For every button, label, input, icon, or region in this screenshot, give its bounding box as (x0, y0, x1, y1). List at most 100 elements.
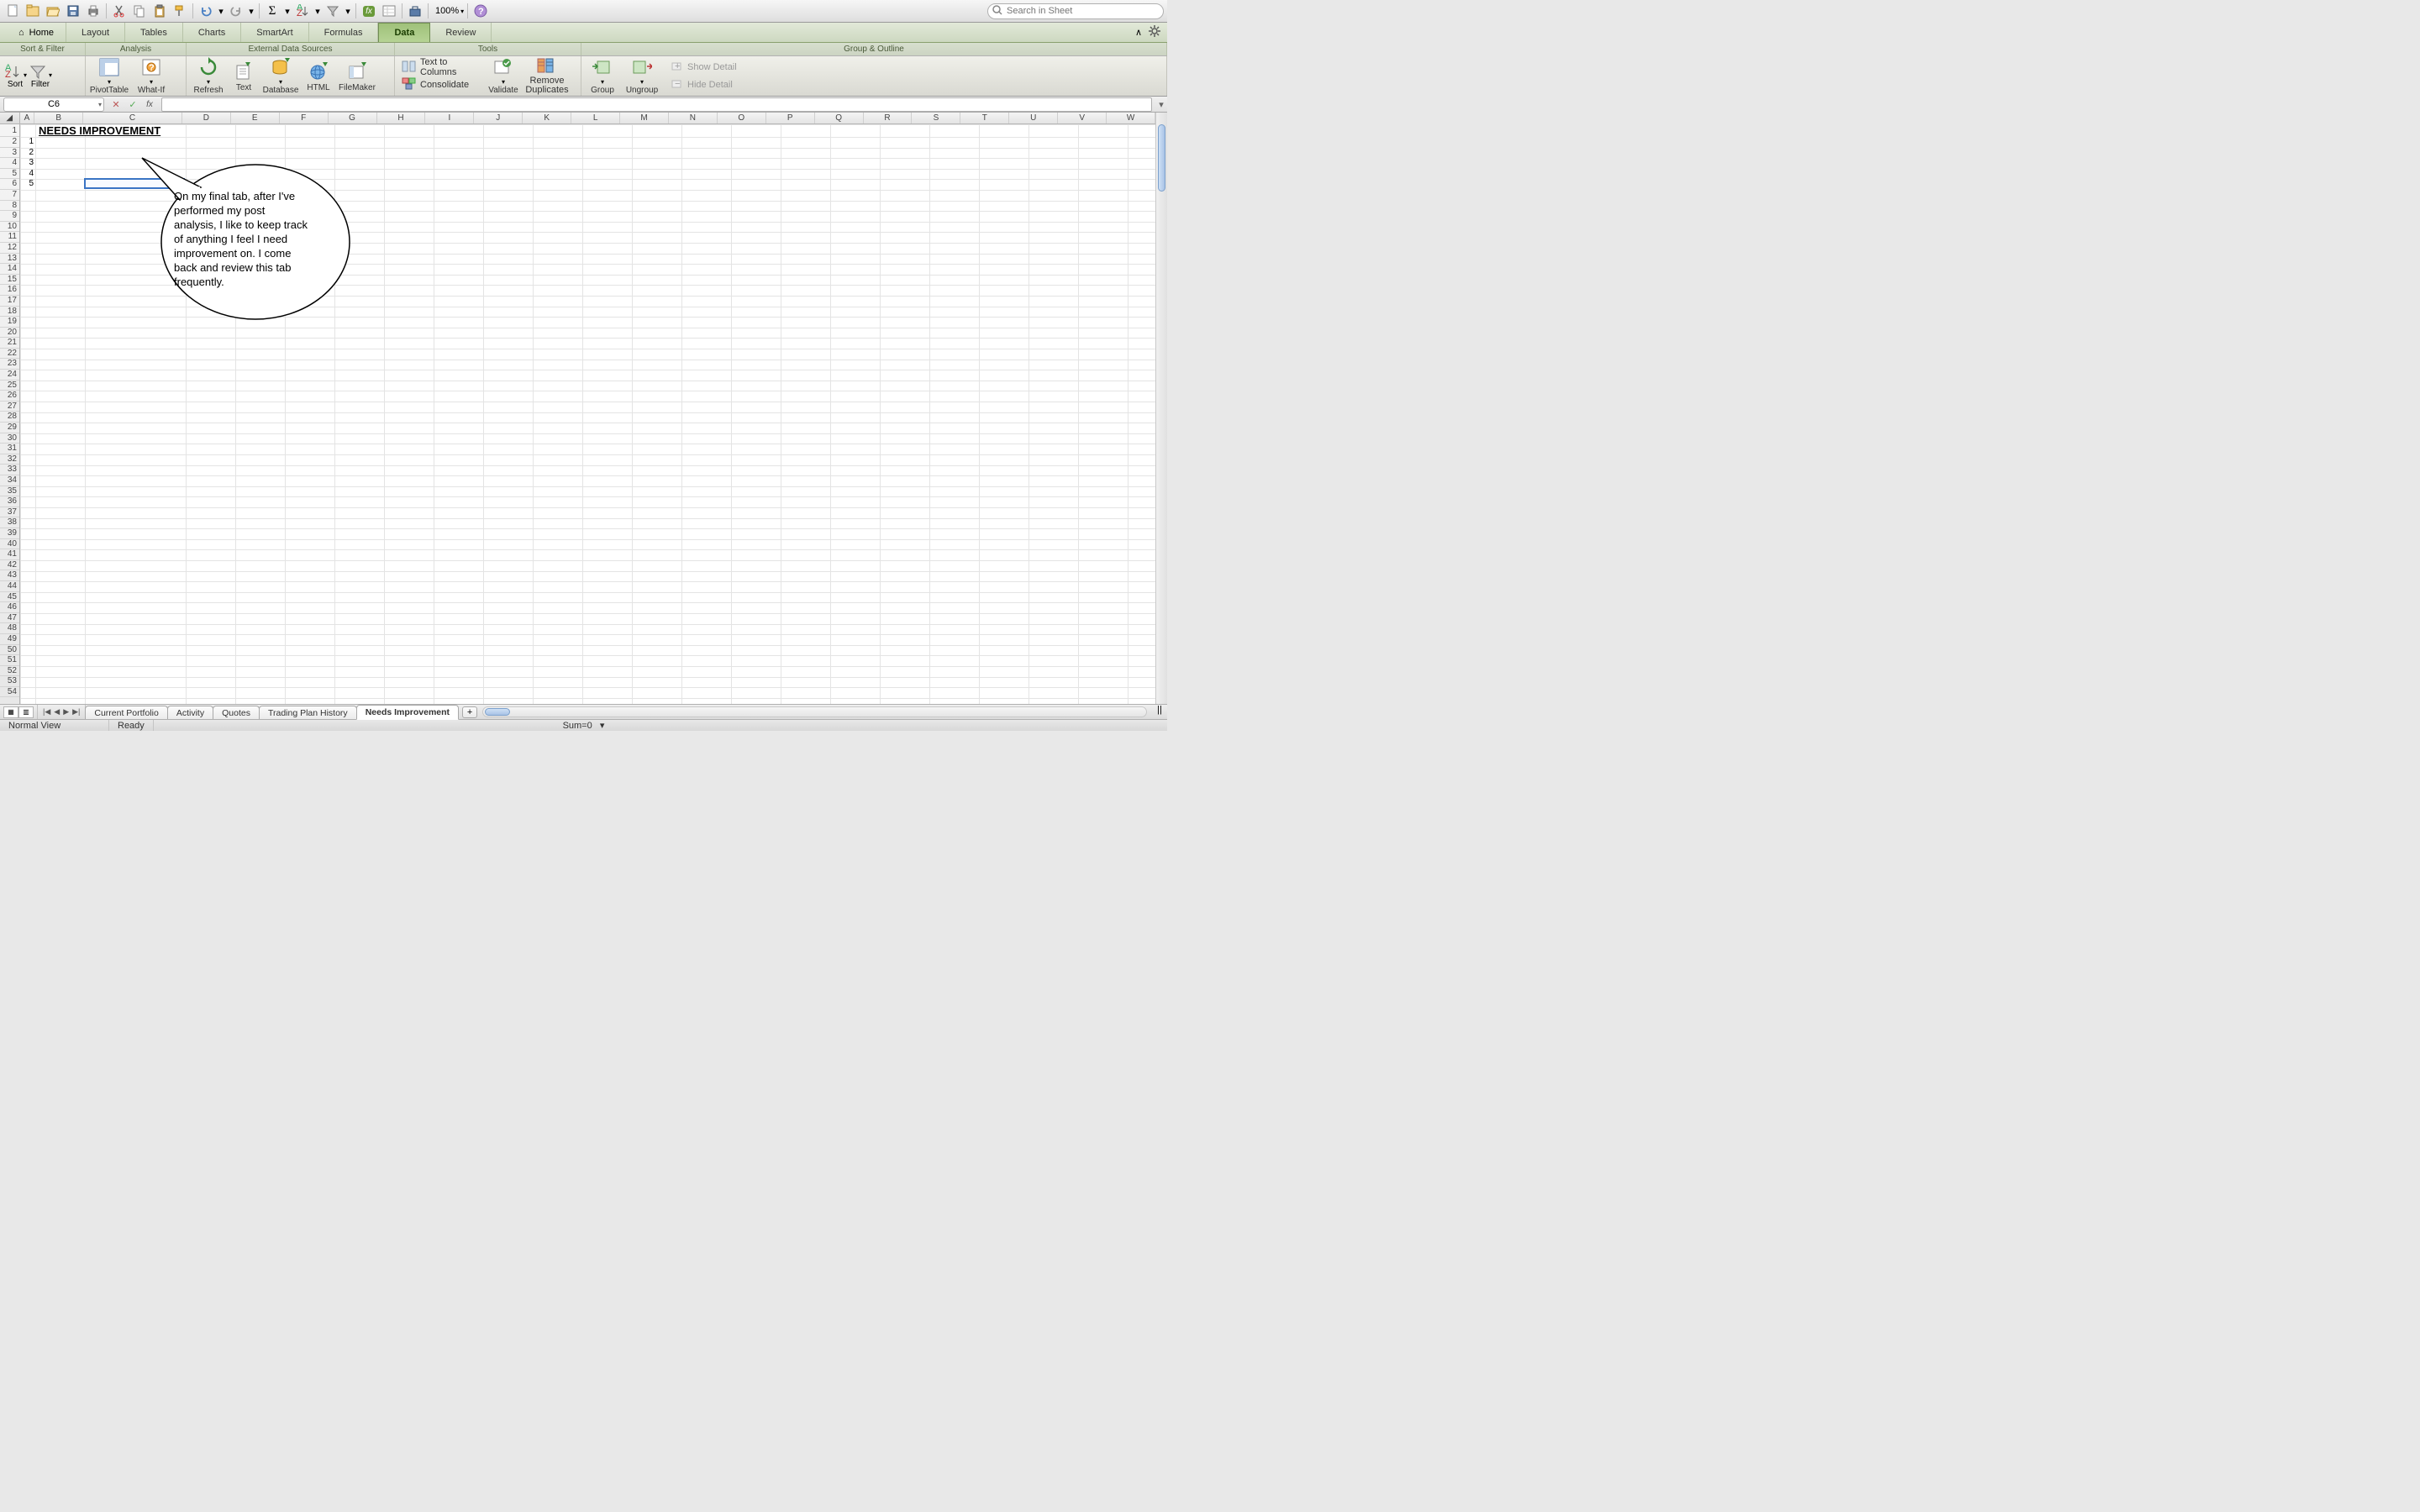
col-header-I[interactable]: I (425, 113, 474, 123)
cells-area[interactable]: NEEDS IMPROVEMENT On my final tab, after… (20, 124, 1155, 704)
row-header-19[interactable]: 19 (0, 317, 19, 328)
row-header-33[interactable]: 33 (0, 465, 19, 475)
tab-data[interactable]: Data (378, 23, 430, 42)
redo-icon[interactable] (227, 2, 245, 20)
tab-smartart[interactable]: SmartArt (241, 23, 308, 42)
fx-icon[interactable]: fx (360, 2, 378, 20)
print-icon[interactable] (84, 2, 103, 20)
row-header-4[interactable]: 4 (0, 158, 19, 169)
hscroll-end-icon[interactable]: || (1152, 705, 1167, 719)
consolidate-button[interactable]: Consolidate (398, 76, 482, 93)
tab-charts[interactable]: Charts (183, 23, 241, 42)
filter-dropdown[interactable]: ▾ (49, 71, 52, 79)
select-all-corner[interactable]: ◢ (0, 113, 20, 123)
row-header-45[interactable]: 45 (0, 592, 19, 603)
row-header-2[interactable]: 2 (0, 137, 19, 148)
copy-icon[interactable] (130, 2, 149, 20)
row-header-54[interactable]: 54 (0, 687, 19, 698)
row-header-26[interactable]: 26 (0, 391, 19, 402)
open-template-icon[interactable] (24, 2, 42, 20)
col-header-Q[interactable]: Q (815, 113, 864, 123)
col-header-H[interactable]: H (377, 113, 426, 123)
help-icon[interactable]: ? (471, 2, 490, 20)
col-header-N[interactable]: N (669, 113, 718, 123)
filter-icon[interactable] (29, 64, 47, 79)
row-header-37[interactable]: 37 (0, 507, 19, 518)
row-header-13[interactable]: 13 (0, 254, 19, 265)
add-sheet-button[interactable]: + (462, 706, 477, 718)
col-header-W[interactable]: W (1107, 113, 1155, 123)
row-header-39[interactable]: 39 (0, 528, 19, 539)
tab-layout[interactable]: Layout (66, 23, 125, 42)
import-database-button[interactable]: ▾ Database (260, 58, 301, 95)
row-header-9[interactable]: 9 (0, 211, 19, 222)
row-header-52[interactable]: 52 (0, 666, 19, 677)
show-detail-button[interactable]: +Show Detail (667, 59, 740, 76)
row-header-43[interactable]: 43 (0, 570, 19, 581)
row-header-5[interactable]: 5 (0, 169, 19, 180)
row-header-27[interactable]: 27 (0, 402, 19, 412)
undo-icon[interactable] (197, 2, 215, 20)
row-header-12[interactable]: 12 (0, 243, 19, 254)
col-header-R[interactable]: R (864, 113, 913, 123)
validate-button[interactable]: ▾ Validate (484, 58, 523, 95)
redo-dropdown-icon[interactable]: ▾ (247, 2, 255, 20)
col-header-U[interactable]: U (1009, 113, 1058, 123)
fx-button-icon[interactable]: fx (143, 97, 156, 111)
row-header-8[interactable]: 8 (0, 201, 19, 212)
col-header-P[interactable]: P (766, 113, 815, 123)
col-header-A[interactable]: A (20, 113, 35, 123)
row-header-28[interactable]: 28 (0, 412, 19, 423)
row-header-35[interactable]: 35 (0, 486, 19, 497)
row-header-44[interactable]: 44 (0, 581, 19, 592)
hscroll-thumb[interactable] (485, 708, 510, 716)
settings-gear-icon[interactable] (1149, 25, 1160, 39)
col-header-M[interactable]: M (620, 113, 669, 123)
expand-formula-bar-icon[interactable]: ▾ (1155, 99, 1167, 110)
col-header-B[interactable]: B (34, 113, 83, 123)
vscroll-thumb[interactable] (1158, 124, 1165, 192)
tab-home[interactable]: ⌂Home (7, 23, 66, 42)
row-header-25[interactable]: 25 (0, 381, 19, 391)
tab-tables[interactable]: Tables (125, 23, 183, 42)
accept-formula-icon[interactable]: ✓ (126, 97, 139, 111)
first-sheet-icon[interactable]: |◀ (43, 707, 50, 717)
import-html-button[interactable]: HTML (302, 58, 334, 95)
col-header-O[interactable]: O (718, 113, 766, 123)
row-header-41[interactable]: 41 (0, 549, 19, 560)
row-header-11[interactable]: 11 (0, 232, 19, 243)
row-header-53[interactable]: 53 (0, 676, 19, 687)
group-button[interactable]: ▾ Group (585, 58, 620, 95)
prev-sheet-icon[interactable]: ◀ (54, 707, 60, 717)
col-header-E[interactable]: E (231, 113, 280, 123)
last-sheet-icon[interactable]: ▶| (72, 707, 80, 717)
sort-dropdown[interactable]: ▾ (24, 71, 27, 79)
row-header-29[interactable]: 29 (0, 423, 19, 433)
filter-toggle-icon[interactable] (324, 2, 342, 20)
row-header-34[interactable]: 34 (0, 475, 19, 486)
row-header-31[interactable]: 31 (0, 444, 19, 454)
whatif-button[interactable]: ? ▾ What-If (131, 58, 171, 95)
row-header-24[interactable]: 24 (0, 370, 19, 381)
col-header-K[interactable]: K (523, 113, 571, 123)
row-header-46[interactable]: 46 (0, 602, 19, 613)
status-sum[interactable]: Sum=0 ▾ (563, 720, 605, 731)
undo-dropdown-icon[interactable]: ▾ (217, 2, 225, 20)
row-header-3[interactable]: 3 (0, 148, 19, 159)
row-header-32[interactable]: 32 (0, 454, 19, 465)
col-header-C[interactable]: C (83, 113, 182, 123)
tab-review[interactable]: Review (430, 23, 492, 42)
row-header-22[interactable]: 22 (0, 349, 19, 360)
col-header-V[interactable]: V (1058, 113, 1107, 123)
col-header-T[interactable]: T (960, 113, 1009, 123)
row-header-21[interactable]: 21 (0, 338, 19, 349)
refresh-button[interactable]: ▾ Refresh (190, 58, 227, 95)
remove-duplicates-button[interactable]: RemoveDuplicates (524, 58, 570, 95)
sort-dropdown-icon[interactable]: ▾ (313, 2, 322, 20)
autosum-dropdown-icon[interactable]: ▾ (283, 2, 292, 20)
open-icon[interactable] (44, 2, 62, 20)
tab-formulas[interactable]: Formulas (309, 23, 379, 42)
row-header-18[interactable]: 18 (0, 307, 19, 318)
show-formulas-icon[interactable] (380, 2, 398, 20)
format-painter-icon[interactable] (171, 2, 189, 20)
